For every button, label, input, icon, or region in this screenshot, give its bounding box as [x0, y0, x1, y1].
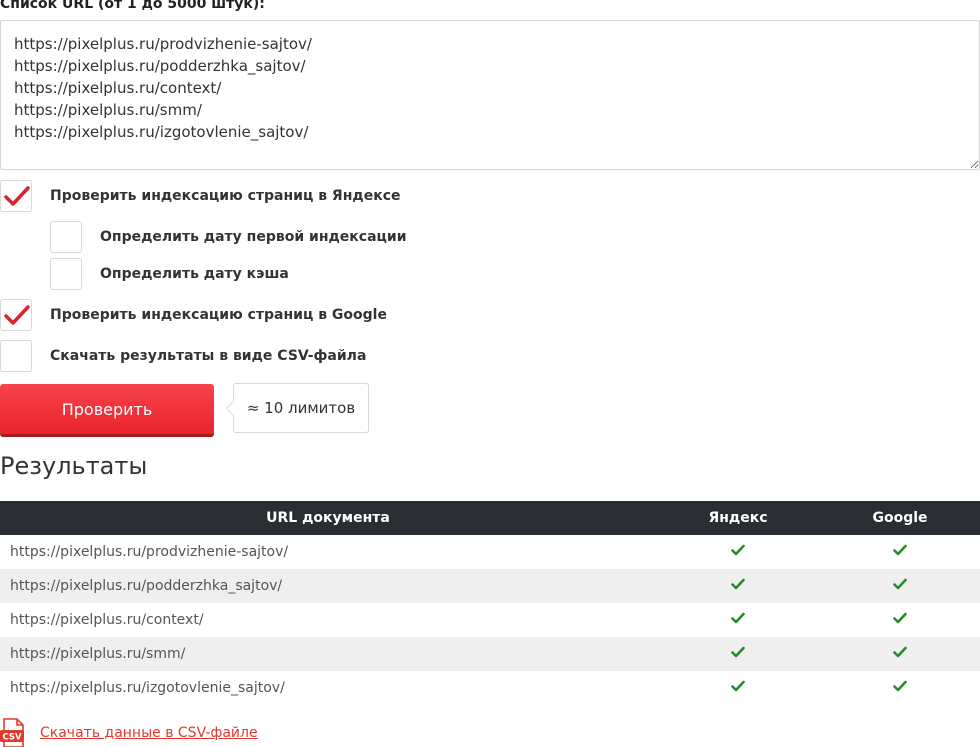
indexed-check-icon: [731, 612, 745, 624]
table-row: https://pixelplus.ru/smm/: [0, 637, 980, 671]
google-index-checkbox[interactable]: [0, 299, 32, 331]
indexed-check-icon: [731, 544, 745, 556]
indexed-check-icon: [731, 680, 745, 692]
option-cache-date[interactable]: Определить дату кэша: [50, 258, 289, 290]
row-url: https://pixelplus.ru/podderzhka_sajtov/: [10, 578, 283, 594]
option-csv-download[interactable]: Скачать результаты в виде CSV-файла: [0, 340, 366, 372]
indexed-check-icon: [893, 680, 907, 692]
option-google-index[interactable]: Проверить индексацию страниц в Google: [0, 299, 387, 331]
column-header-yandex: Яндекс: [656, 501, 820, 535]
row-google-status: [820, 535, 980, 569]
row-google-status: [820, 603, 980, 637]
table-header-row: URL документа Яндекс Google: [0, 501, 980, 535]
google-index-label: Проверить индексацию страниц в Google: [50, 307, 387, 323]
column-header-google: Google: [820, 501, 980, 535]
option-yandex-index[interactable]: Проверить индексацию страниц в Яндексе: [0, 180, 401, 212]
csv-download-checkbox[interactable]: [0, 340, 32, 372]
csv-download-link[interactable]: Скачать данные в CSV-файле: [40, 725, 258, 741]
indexed-check-icon: [893, 578, 907, 590]
indexed-check-icon: [731, 578, 745, 590]
row-url: https://pixelplus.ru/context/: [10, 612, 204, 628]
indexed-check-icon: [731, 646, 745, 658]
limits-estimate: ≈ 10 лимитов: [233, 383, 369, 433]
column-header-url: URL документа: [0, 501, 656, 535]
url-list-input[interactable]: [0, 20, 980, 170]
csv-download-label: Скачать результаты в виде CSV-файла: [50, 348, 367, 364]
row-url: https://pixelplus.ru/prodvizhenie-sajtov…: [10, 544, 289, 560]
cache-date-label: Определить дату кэша: [100, 266, 289, 282]
yandex-index-label: Проверить индексацию страниц в Яндексе: [50, 188, 401, 204]
row-yandex-status: [656, 603, 820, 637]
row-url: https://pixelplus.ru/izgotovlenie_sajtov…: [10, 680, 285, 696]
table-row: https://pixelplus.ru/prodvizhenie-sajtov…: [0, 535, 980, 569]
csv-download-row: CSV Скачать данные в CSV-файле: [0, 718, 258, 747]
cache-date-checkbox[interactable]: [50, 258, 82, 290]
row-google-status: [820, 637, 980, 671]
row-url: https://pixelplus.ru/smm/: [10, 646, 186, 662]
first-index-date-label: Определить дату первой индексации: [100, 229, 407, 245]
results-title: Результаты: [0, 452, 148, 480]
csv-file-icon: CSV: [0, 718, 24, 747]
row-yandex-status: [656, 535, 820, 569]
csv-icon-text: CSV: [2, 733, 22, 743]
limits-text: ≈ 10 лимитов: [246, 399, 356, 417]
table-row: https://pixelplus.ru/podderzhka_sajtov/: [0, 569, 980, 603]
row-yandex-status: [656, 637, 820, 671]
first-index-date-checkbox[interactable]: [50, 221, 82, 253]
indexed-check-icon: [893, 544, 907, 556]
yandex-index-checkbox[interactable]: [0, 180, 32, 212]
indexed-check-icon: [893, 612, 907, 624]
option-first-index-date[interactable]: Определить дату первой индексации: [50, 221, 407, 253]
indexed-check-icon: [893, 646, 907, 658]
table-row: https://pixelplus.ru/context/: [0, 603, 980, 637]
table-row: https://pixelplus.ru/izgotovlenie_sajtov…: [0, 671, 980, 705]
results-table: URL документа Яндекс Google https://pixe…: [0, 501, 980, 705]
row-yandex-status: [656, 569, 820, 603]
row-google-status: [820, 569, 980, 603]
checkmark-icon: [4, 305, 30, 325]
checkmark-icon: [4, 186, 30, 206]
row-yandex-status: [656, 671, 820, 705]
check-button[interactable]: Проверить: [0, 384, 214, 434]
list-label: Список URL (от 1 до 5000 штук):: [0, 0, 265, 12]
row-google-status: [820, 671, 980, 705]
